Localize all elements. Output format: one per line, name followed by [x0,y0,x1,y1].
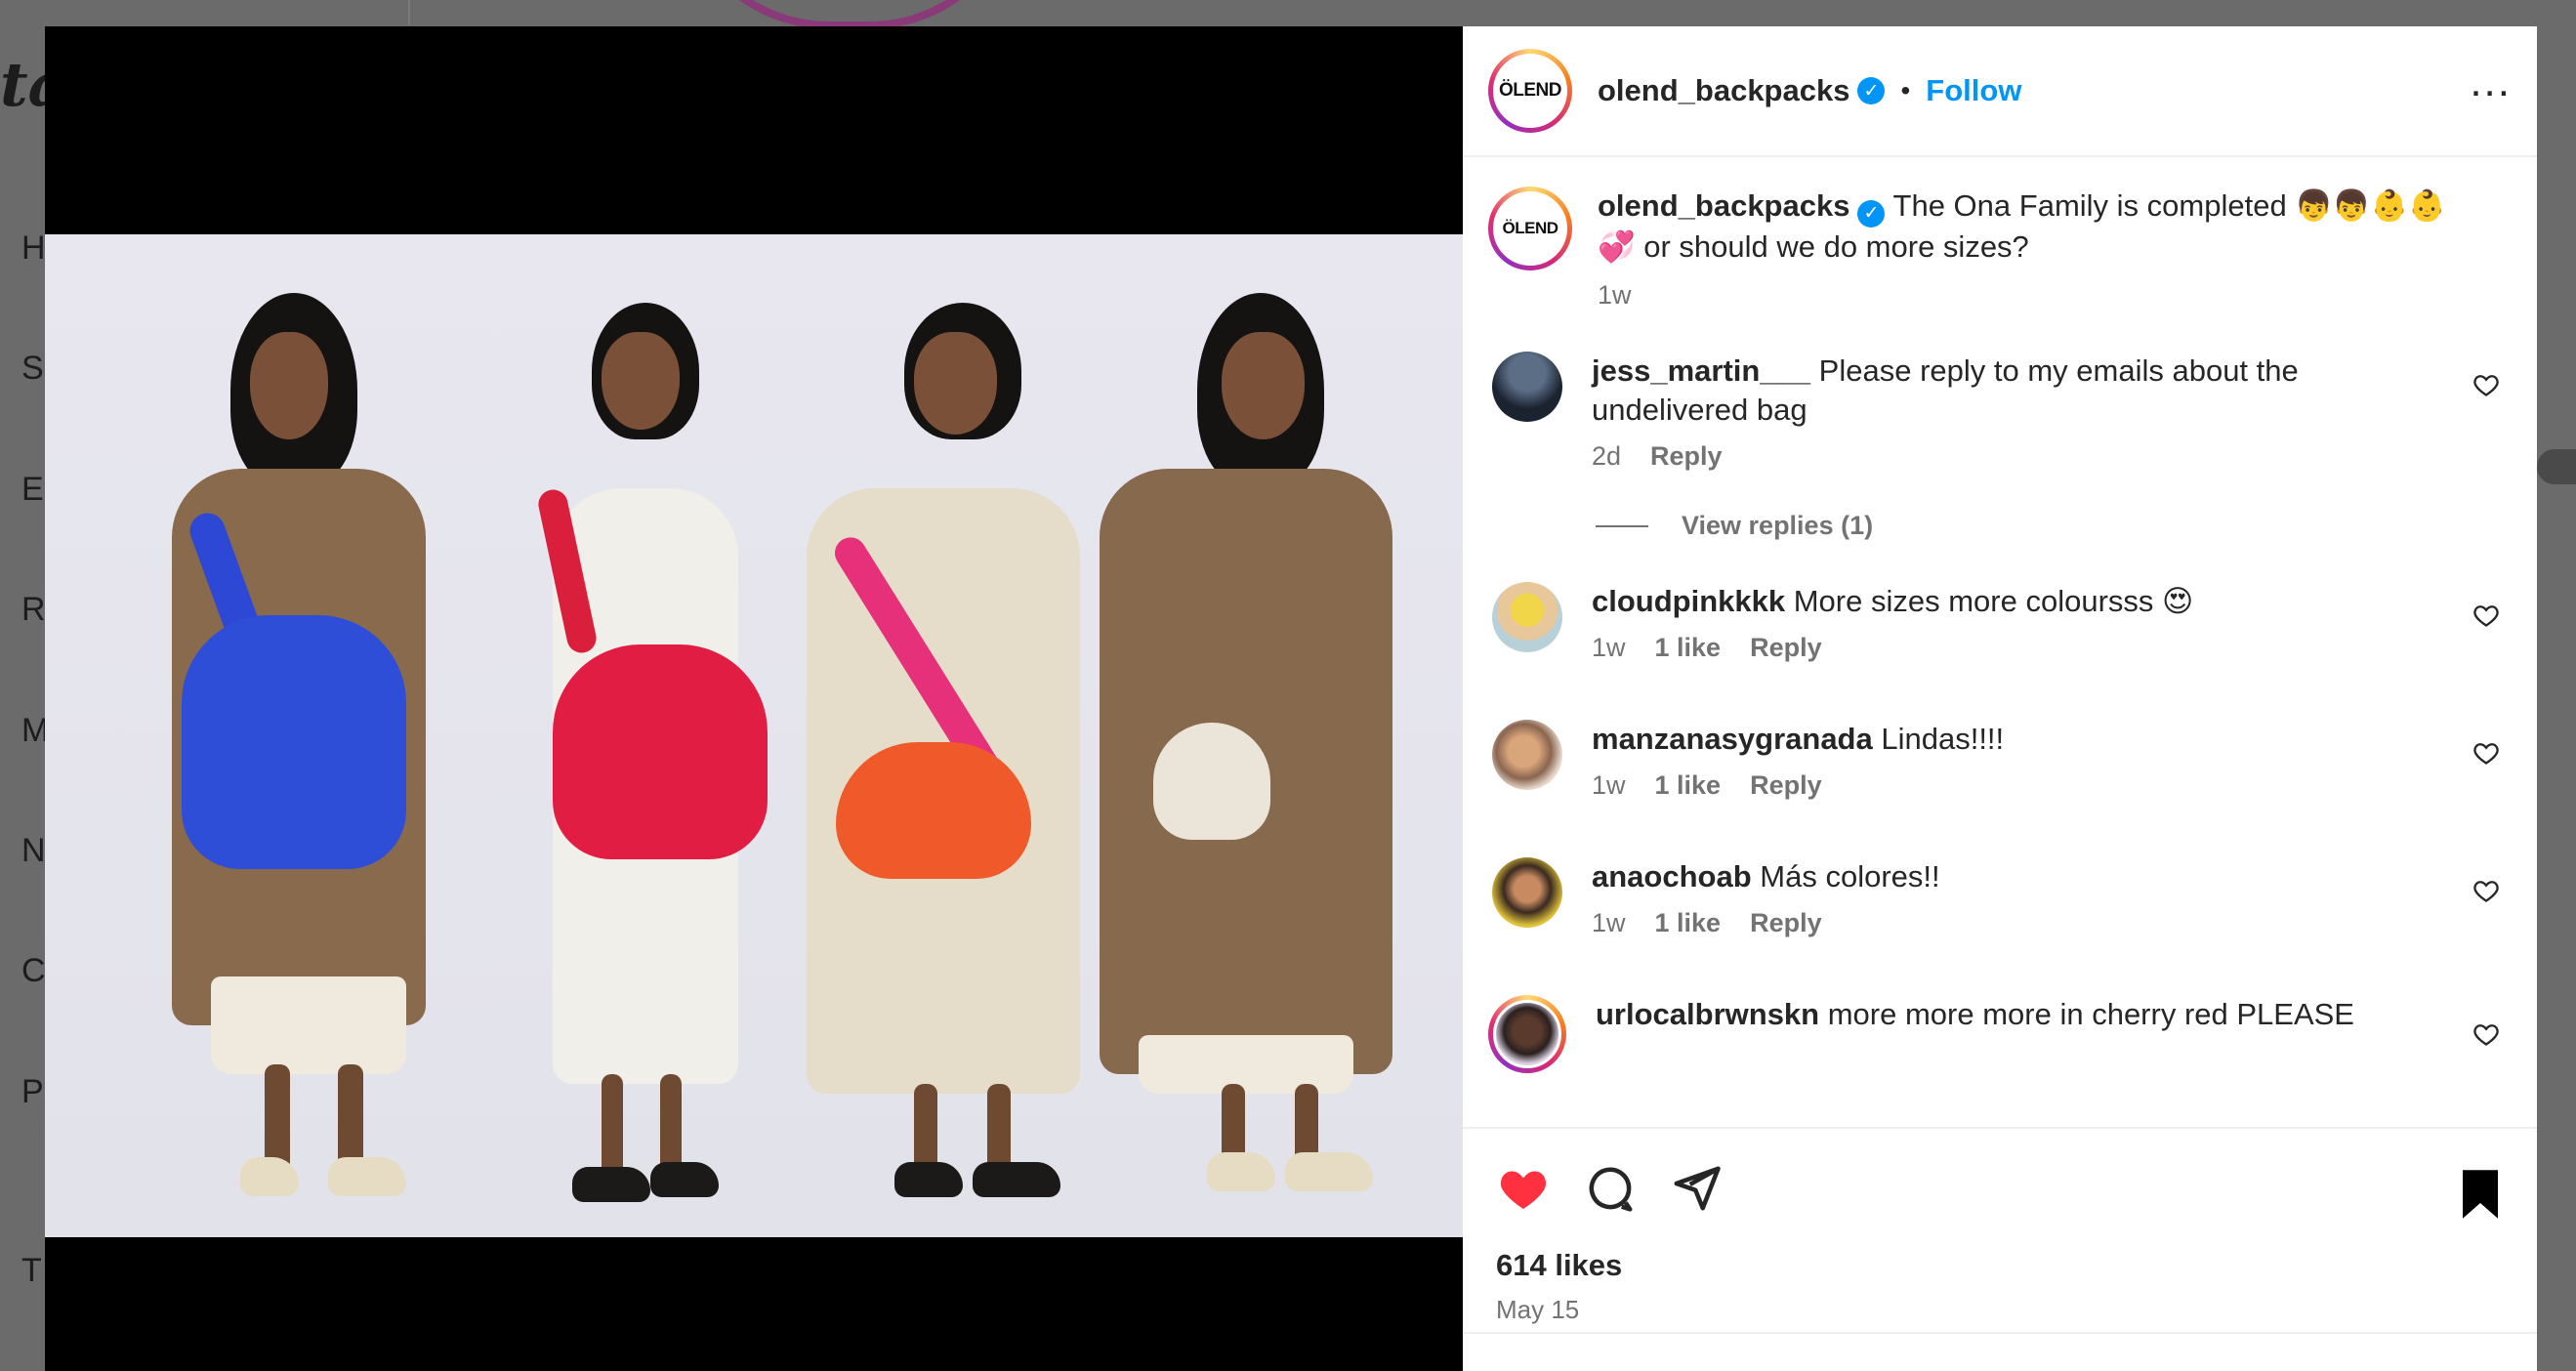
header-separator: • [1900,75,1911,105]
caption-username[interactable]: olend_backpacks [1598,188,1849,223]
comment-text: Lindas!!!! [1881,722,2005,756]
comment-username[interactable]: manzanasygranada [1592,722,1873,756]
post-side-panel: ÖLEND olend_backpacks ✓ • Follow ... ÖLE… [1463,26,2537,1371]
comment-likes[interactable]: 1 like [1655,908,1722,938]
verified-badge-icon: ✓ [1857,77,1886,104]
comment-text: more more more in cherry red PLEASE [1827,997,2354,1031]
post-media[interactable] [45,26,1463,1371]
comment-time: 1w [1592,908,1626,937]
background-nav-item: C [21,952,46,989]
post-date: May 15 [1496,1295,1580,1324]
comment-text: More sizes more coloursss 😍 [1793,584,2194,618]
comment-time: 1w [1592,633,1626,662]
comment-avatar[interactable] [1492,352,1562,422]
background-nav-item: S [21,350,44,387]
comment-username[interactable]: cloudpinkkkk [1592,584,1785,618]
verified-badge-icon: ✓ [1857,200,1886,228]
comment-likes[interactable]: 1 like [1655,770,1722,801]
background-nav-item: H [21,229,46,267]
comment-reply-button[interactable]: Reply [1750,770,1822,801]
post-photo [45,234,1463,1237]
model-figure-4 [1080,293,1422,1230]
view-replies-button[interactable]: View replies (1) [1596,511,2512,541]
comment-username[interactable]: jess_martin___ [1592,353,1810,388]
comment-like-heart-icon[interactable] [2472,1020,2500,1048]
comment-item: cloudpinkkkk More sizes more coloursss 😍… [1488,582,2512,663]
comment-item: anaochoab Más colores!! 1w 1 like Reply [1488,857,2512,938]
comment-like-heart-icon[interactable] [2472,877,2500,904]
comment-reply-button[interactable]: Reply [1750,633,1822,663]
comment-username[interactable]: anaochoab [1592,859,1752,893]
comment-likes[interactable]: 1 like [1655,633,1722,663]
post-caption: ÖLEND olend_backpacks ✓ The Ona Family is… [1488,187,2512,311]
add-comment-area[interactable] [1463,1332,2537,1371]
comment-reply-button[interactable]: Reply [1650,441,1723,472]
share-icon[interactable] [1670,1162,1723,1215]
comment-item: manzanasygranada Lindas!!!! 1w 1 like Re… [1488,720,2512,801]
more-options-icon[interactable]: ... [2470,61,2512,109]
background-profile-avatar [674,0,1025,29]
background-nav-item: P [21,1073,44,1110]
comment-avatar[interactable] [1492,720,1562,790]
background-divider [408,0,410,25]
background-nav-item: E [21,471,44,508]
comment-like-heart-icon[interactable] [2472,739,2500,767]
caption-avatar[interactable]: ÖLEND [1488,187,1572,270]
comment-item: jess_martin___ Please reply to my emails… [1488,352,2512,472]
post-modal: ÖLEND olend_backpacks ✓ • Follow ... ÖLE… [45,26,2537,1371]
background-nav-item: T [21,1252,42,1289]
comment-avatar[interactable] [1492,857,1562,928]
comment-reply-button[interactable]: Reply [1750,908,1822,938]
background-nav-item: N [21,832,46,869]
comment-time: 1w [1592,770,1626,800]
comment-like-heart-icon[interactable] [2472,602,2500,629]
account-avatar[interactable]: ÖLEND [1488,49,1572,133]
comment-like-heart-icon[interactable] [2472,371,2500,398]
model-figure-2 [514,303,768,1240]
background-scroll-handle [2537,449,2576,484]
comment-item: urlocalbrwnskn more more more in cherry … [1488,995,2512,1073]
comment-avatar[interactable] [1492,582,1562,652]
bookmark-icon[interactable] [2457,1168,2504,1221]
comment-text: Más colores!! [1760,859,1940,893]
account-username[interactable]: olend_backpacks [1598,73,1849,108]
caption-time: 1w [1598,280,1632,310]
comment-time: 2d [1592,441,1622,471]
comment-icon[interactable] [1584,1162,1637,1215]
comments-list[interactable]: ÖLEND olend_backpacks ✓ The Ona Family is… [1463,157,2537,1127]
follow-button[interactable]: Follow [1926,73,2021,108]
likes-count[interactable]: 614 likes [1496,1248,2504,1283]
model-figure-3 [768,303,1100,1240]
post-header: ÖLEND olend_backpacks ✓ • Follow ... [1463,26,2537,157]
comment-avatar[interactable] [1488,995,1566,1073]
background-nav-item: R [21,591,46,628]
heart-icon[interactable] [1496,1161,1551,1216]
comment-username[interactable]: urlocalbrwnskn [1596,997,1819,1031]
model-figure-1 [152,293,445,1230]
